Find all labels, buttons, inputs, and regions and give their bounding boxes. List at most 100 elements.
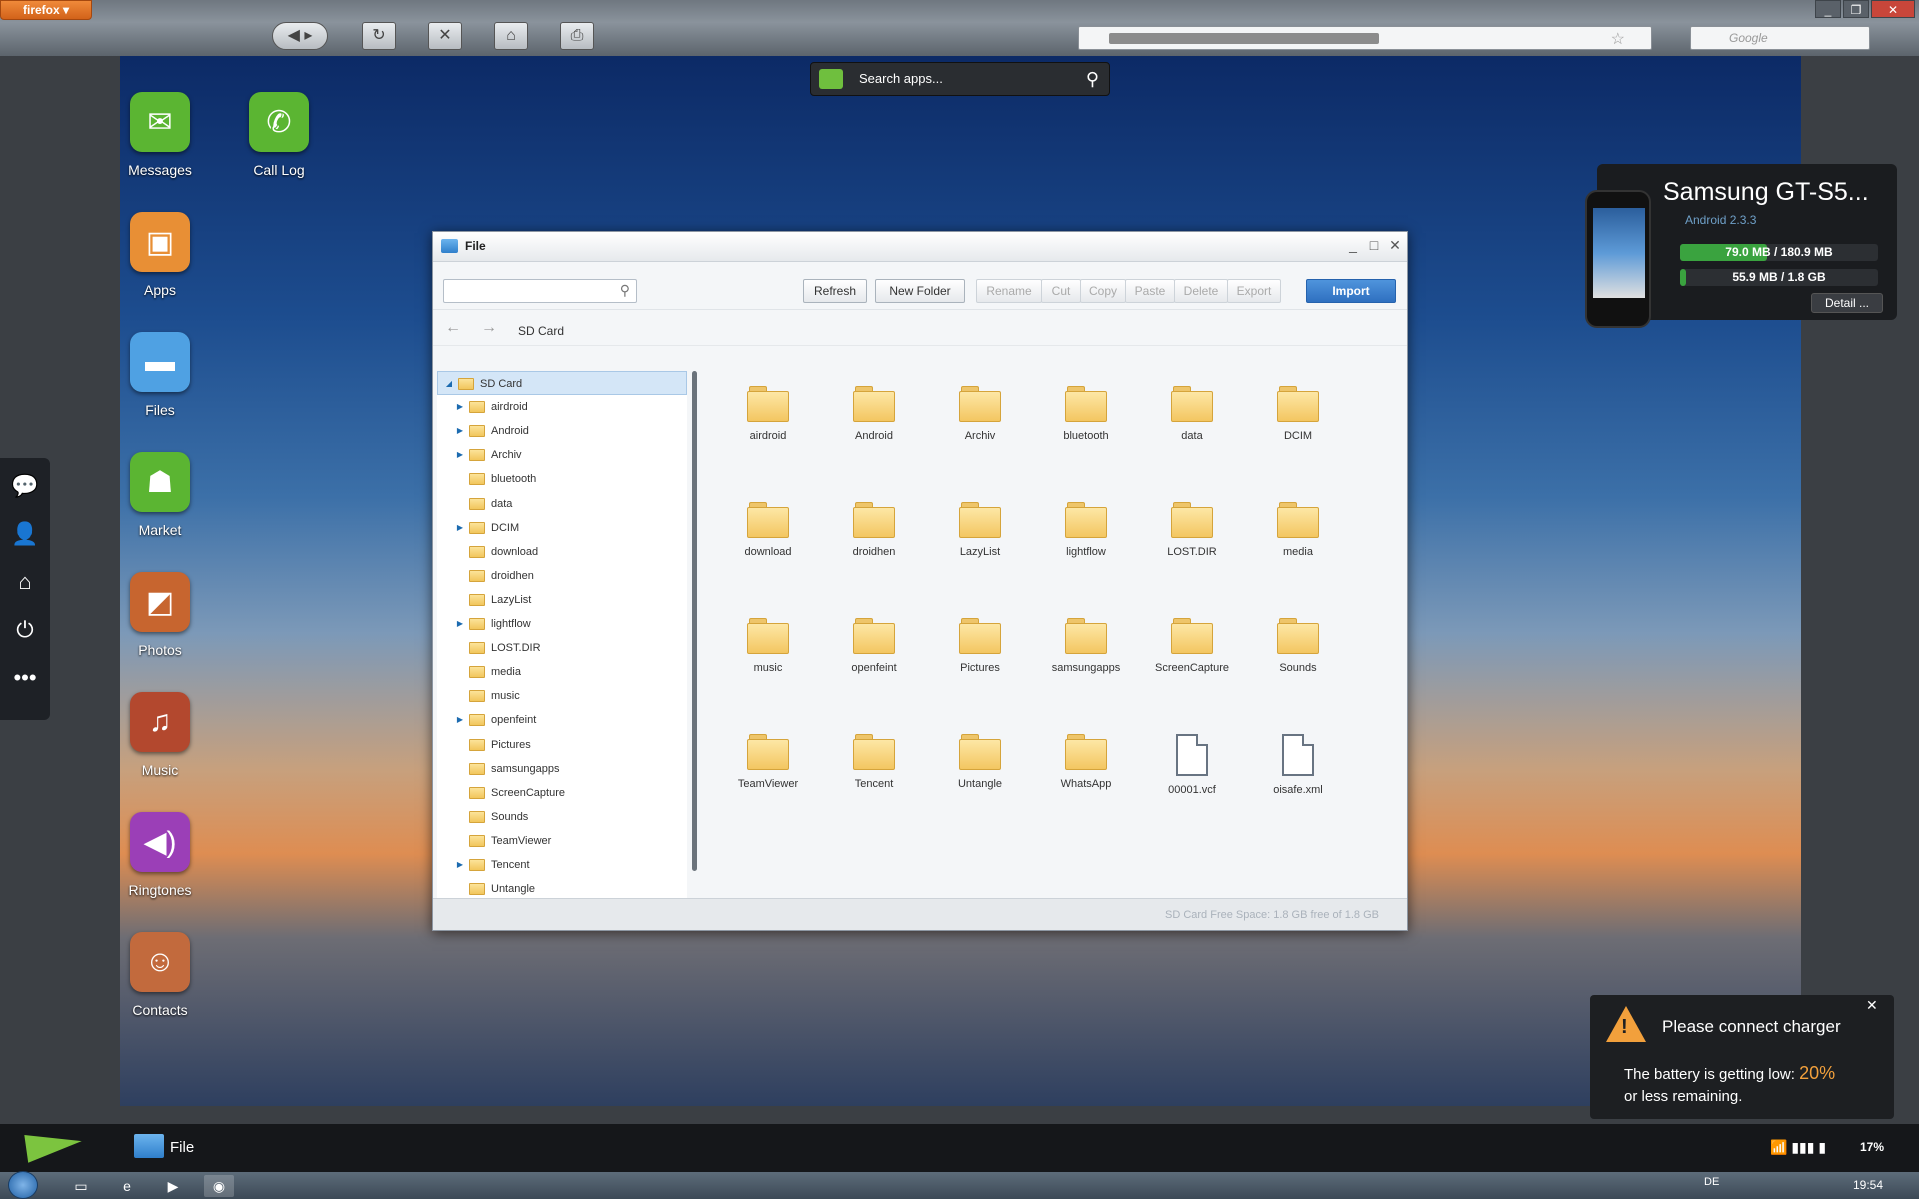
paste-button[interactable]: Paste	[1125, 279, 1175, 303]
app-files[interactable]: ▬ Files	[105, 332, 215, 418]
home-icon[interactable]: ⌂	[0, 562, 50, 602]
folder-item[interactable]: LOST.DIR	[1142, 502, 1242, 558]
home-icon[interactable]: ⌂	[494, 22, 528, 50]
tree-item[interactable]: ◢ SD Card	[437, 371, 687, 395]
expand-icon[interactable]: ▶	[455, 443, 465, 467]
folder-item[interactable]: Pictures	[930, 618, 1030, 674]
expand-icon[interactable]: ▶	[455, 708, 465, 732]
nav-forward-icon[interactable]: →	[481, 319, 497, 337]
media-player-icon[interactable]: ▶	[158, 1175, 188, 1197]
expand-icon[interactable]: ▶	[455, 395, 465, 419]
app-call-log[interactable]: ✆ Call Log	[224, 92, 334, 178]
task-file[interactable]: File	[170, 1139, 194, 1156]
search-icon[interactable]: ⚲	[620, 282, 630, 299]
folder-item[interactable]: media	[1248, 502, 1348, 558]
folder-item[interactable]: airdroid	[718, 386, 818, 442]
expand-icon[interactable]: ▶	[455, 516, 465, 540]
folder-item[interactable]: Archiv	[930, 386, 1030, 442]
search-icon[interactable]: ⚲	[1086, 63, 1099, 95]
tree-item[interactable]: ▶ lightflow	[437, 612, 687, 636]
folder-item[interactable]: Tencent	[824, 734, 924, 790]
more-icon[interactable]: •••	[0, 658, 50, 698]
collapse-icon[interactable]: ◢	[444, 372, 454, 396]
copy-button[interactable]: Copy	[1080, 279, 1126, 303]
folder-item[interactable]: LazyList	[930, 502, 1030, 558]
file-item[interactable]: 00001.vcf	[1142, 734, 1242, 796]
minimize-icon[interactable]: _	[1815, 0, 1841, 18]
tree-item[interactable]: ▶ DCIM	[437, 516, 687, 540]
breadcrumb-sd-card[interactable]: SD Card	[518, 324, 564, 338]
folder-item[interactable]: Android	[824, 386, 924, 442]
app-apps[interactable]: ▣ Apps	[105, 212, 215, 298]
folder-item[interactable]: TeamViewer	[718, 734, 818, 790]
app-contacts[interactable]: ☺ Contacts	[105, 932, 215, 1018]
tree-item[interactable]: media	[437, 660, 687, 684]
tree-scrollbar[interactable]	[692, 371, 697, 871]
app-photos[interactable]: ◩ Photos	[105, 572, 215, 658]
url-bar[interactable]: ☆	[1078, 26, 1652, 50]
close-icon[interactable]: ✕	[1866, 997, 1878, 1014]
new-folder-button[interactable]: New Folder	[875, 279, 965, 303]
web-search-input[interactable]: Google	[1690, 26, 1870, 50]
close-icon[interactable]: ✕	[1871, 0, 1915, 18]
ie-icon[interactable]: e	[112, 1175, 142, 1197]
tree-item[interactable]: ▶ Tencent	[437, 853, 687, 877]
app-messages[interactable]: ✉ Messages	[105, 92, 215, 178]
language-indicator[interactable]: DE	[1704, 1176, 1719, 1188]
file-window-titlebar[interactable]: File _ □ ✕	[433, 232, 1407, 262]
file-search-input[interactable]: ⚲	[443, 279, 637, 303]
minimize-icon[interactable]: _	[1345, 237, 1361, 255]
folder-item[interactable]: Untangle	[930, 734, 1030, 790]
power-icon[interactable]: ⏻	[0, 610, 50, 650]
tree-item[interactable]: data	[437, 492, 687, 516]
folder-item[interactable]: data	[1142, 386, 1242, 442]
folder-item[interactable]: Sounds	[1248, 618, 1348, 674]
detail-button[interactable]: Detail ...	[1811, 293, 1883, 313]
folder-item[interactable]: ScreenCapture	[1142, 618, 1242, 674]
tree-item[interactable]: Sounds	[437, 805, 687, 829]
app-market[interactable]: ☗ Market	[105, 452, 215, 538]
folder-item[interactable]: bluetooth	[1036, 386, 1136, 442]
tree-item[interactable]: samsungapps	[437, 757, 687, 781]
tree-item[interactable]: ▶ Archiv	[437, 443, 687, 467]
export-button[interactable]: Export	[1227, 279, 1281, 303]
explorer-icon[interactable]: ▭	[66, 1175, 96, 1197]
firefox-menu-button[interactable]: firefox ▾	[0, 0, 92, 20]
tree-item[interactable]: LazyList	[437, 588, 687, 612]
cut-button[interactable]: Cut	[1041, 279, 1081, 303]
tree-item[interactable]: LOST.DIR	[437, 636, 687, 660]
refresh-button[interactable]: Refresh	[803, 279, 867, 303]
stop-icon[interactable]: ✕	[428, 22, 462, 50]
tree-item[interactable]: Pictures	[437, 733, 687, 757]
bookmark-star-icon[interactable]: ☆	[1611, 29, 1625, 49]
folder-item[interactable]: DCIM	[1248, 386, 1348, 442]
app-ringtones[interactable]: ◀) Ringtones	[105, 812, 215, 898]
expand-icon[interactable]: ▶	[455, 853, 465, 877]
add-contact-icon[interactable]: 👤	[0, 514, 50, 554]
maximize-icon[interactable]: □	[1366, 237, 1382, 255]
folder-item[interactable]: openfeint	[824, 618, 924, 674]
reload-icon[interactable]: ↻	[362, 22, 396, 50]
tree-item[interactable]: droidhen	[437, 564, 687, 588]
tree-item[interactable]: ▶ airdroid	[437, 395, 687, 419]
tree-item[interactable]: download	[437, 540, 687, 564]
tree-item[interactable]: bluetooth	[437, 467, 687, 491]
clock[interactable]: 19:54	[1853, 1178, 1883, 1192]
tree-item[interactable]: music	[437, 684, 687, 708]
app-music[interactable]: ♫ Music	[105, 692, 215, 778]
firefox-taskbar-icon[interactable]: ◉	[204, 1175, 234, 1197]
file-item[interactable]: oisafe.xml	[1248, 734, 1348, 796]
folder-item[interactable]: samsungapps	[1036, 618, 1136, 674]
folder-item[interactable]: lightflow	[1036, 502, 1136, 558]
nav-back-icon[interactable]: ←	[445, 319, 461, 337]
restore-icon[interactable]: ❐	[1843, 0, 1869, 18]
tree-item[interactable]: ▶ Android	[437, 419, 687, 443]
delete-button[interactable]: Delete	[1174, 279, 1228, 303]
chat-icon[interactable]: 💬	[0, 466, 50, 506]
rename-button[interactable]: Rename	[976, 279, 1042, 303]
close-icon[interactable]: ✕	[1387, 237, 1403, 255]
search-apps-input[interactable]: Search apps... ⚲	[810, 62, 1110, 96]
tree-item[interactable]: TeamViewer	[437, 829, 687, 853]
tree-item[interactable]: ▶ openfeint	[437, 708, 687, 732]
import-button[interactable]: Import	[1306, 279, 1396, 303]
